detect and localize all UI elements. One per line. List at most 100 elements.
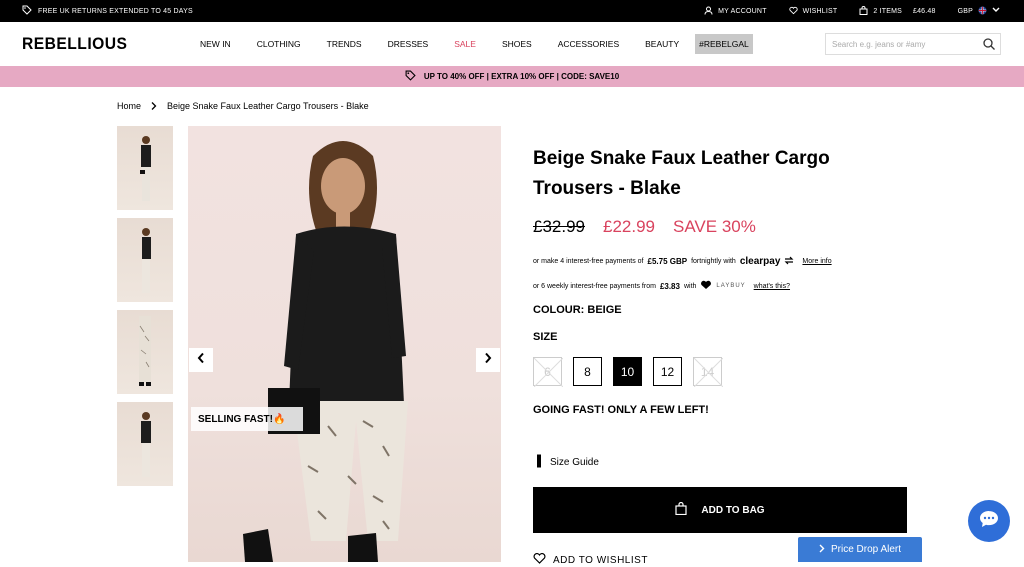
nav-accessories[interactable]: ACCESSORIES [558,39,619,49]
size-option[interactable]: 12 [653,357,682,386]
bag-icon [675,501,688,518]
promo-banner[interactable]: UP TO 40% OFF | EXTRA 10% OFF | CODE: SA… [0,66,1024,87]
size-label: 10 [620,364,635,379]
laybuy-heart-icon [700,280,712,292]
search-icon[interactable] [982,37,996,56]
product-thumbnail[interactable] [117,126,173,210]
original-price: £32.99 [533,217,585,236]
size-guide-label: Size Guide [550,457,599,468]
uk-flag-icon [978,5,987,17]
bag-icon [859,5,868,17]
model-image [141,412,151,477]
laybuy-whats-this-link[interactable]: what's this? [754,283,790,290]
product-main-image[interactable] [188,126,501,562]
next-image-button[interactable] [476,348,500,372]
chat-bubble-icon [978,509,1000,534]
ruler-icon [536,454,543,471]
size-label: 8 [584,364,591,379]
add-to-wishlist-label: ADD TO WISHLIST [553,554,648,566]
model-image [140,136,151,201]
bag-total: £46.48 [912,7,936,15]
model-image [243,141,408,562]
laybuy-text: or 6 weekly interest-free payments from [533,282,656,290]
returns-message[interactable]: FREE UK RETURNS EXTENDED TO 45 DAYS [38,8,193,15]
size-option-selected[interactable]: 10 [613,357,642,386]
nav-sale[interactable]: SALE [454,39,476,49]
laybuy-info: or 6 weekly interest-free payments from … [533,280,790,292]
previous-image-button[interactable] [189,348,213,372]
laybuy-text-2: with [683,282,697,290]
breadcrumb-current: Beige Snake Faux Leather Cargo Trousers … [167,101,369,111]
size-guide-link[interactable]: Size Guide [536,454,599,471]
nav-shoes[interactable]: SHOES [502,39,532,49]
size-option[interactable]: 8 [573,357,602,386]
promo-text: UP TO 40% OFF | EXTRA 10% OFF | CODE: SA… [423,72,620,81]
size-selector: 6 8 10 12 14 [533,357,723,387]
wishlist-label: WISHLIST [802,7,838,15]
currency-selector[interactable]: GBP [957,5,1000,17]
product-thumbnail[interactable] [117,402,173,486]
top-bar: FREE UK RETURNS EXTENDED TO 45 DAYS MY A… [0,0,1024,22]
bag-count: 2 ITEMS [873,7,902,15]
heart-icon [533,553,546,567]
nav-new-in[interactable]: NEW IN [200,39,231,49]
search-placeholder: Search e.g. jeans or #amy [832,40,926,49]
size-option-unavailable[interactable]: 6 [533,357,563,387]
main-nav: NEW IN CLOTHING TRENDS DRESSES SALE SHOE… [200,22,779,66]
unavailable-cross-icon [534,358,563,387]
chevron-right-icon [819,544,825,556]
product-thumbnail[interactable] [117,310,173,394]
clearpay-text-2: fortnightly with [691,258,736,265]
chat-widget-button[interactable] [968,500,1010,542]
selling-fast-badge: SELLING FAST!🔥 [191,407,303,431]
discount-badge: SAVE 30% [673,217,756,236]
my-account-label: MY ACCOUNT [718,7,767,15]
chevron-left-icon [197,351,205,369]
laybuy-logo: LAYBUY [716,283,746,289]
clearpay-text: or make 4 interest-free payments of [533,258,644,265]
my-account-link[interactable]: MY ACCOUNT [704,6,767,17]
stock-message: GOING FAST! ONLY A FEW LEFT! [533,404,709,416]
clearpay-info: or make 4 interest-free payments of £5.7… [533,256,832,267]
add-to-bag-button[interactable]: ADD TO BAG [533,487,907,533]
breadcrumb: Home Beige Snake Faux Leather Cargo Trou… [117,101,369,113]
add-to-wishlist-button[interactable]: ADD TO WISHLIST [533,553,648,567]
price-drop-alert-label: Price Drop Alert [830,544,902,555]
size-option-unavailable[interactable]: 14 [693,357,723,387]
currency-label: GBP [957,7,973,15]
laybuy-amount: £3.83 [659,281,680,291]
main-header: REBELLIOUS NEW IN CLOTHING TRENDS DRESSE… [0,22,1024,66]
wishlist-link[interactable]: WISHLIST [789,6,838,17]
chevron-right-icon [484,351,492,369]
clearpay-more-info-link[interactable]: More info [802,258,831,265]
nav-rebelgal[interactable]: #REBELGAL [695,34,753,54]
user-icon [704,6,713,17]
clearpay-amount: £5.75 GBP [647,257,688,266]
nav-dresses[interactable]: DRESSES [388,39,429,49]
nav-clothing[interactable]: CLOTHING [257,39,301,49]
tag-icon [22,5,32,17]
sale-price: £22.99 [603,217,655,236]
price-block: £32.99 £22.99 SAVE 30% [533,217,756,237]
product-title: Beige Snake Faux Leather Cargo Trousers … [533,148,830,199]
site-logo[interactable]: REBELLIOUS [22,34,127,54]
breadcrumb-home[interactable]: Home [117,101,141,113]
price-drop-alert-button[interactable]: Price Drop Alert [798,537,922,562]
nav-beauty[interactable]: BEAUTY [645,39,679,49]
model-image [142,228,151,293]
colour-label: COLOUR: BEIGE [533,304,622,316]
unavailable-cross-icon [694,358,723,387]
clearpay-logo: clearpay [739,256,781,267]
size-label: 12 [660,364,675,379]
search-input[interactable]: Search e.g. jeans or #amy [825,33,1001,55]
size-heading: SIZE [533,331,558,343]
add-to-bag-label: ADD TO BAG [701,504,765,516]
product-thumbnail[interactable] [117,218,173,302]
chevron-right-icon [151,101,157,113]
bag-link[interactable]: 2 ITEMS £46.48 [859,5,936,17]
chevron-down-icon [992,7,1000,15]
nav-trends[interactable]: TRENDS [327,39,362,49]
heart-icon [789,6,798,17]
model-image [139,316,151,386]
tag-icon [405,70,416,83]
